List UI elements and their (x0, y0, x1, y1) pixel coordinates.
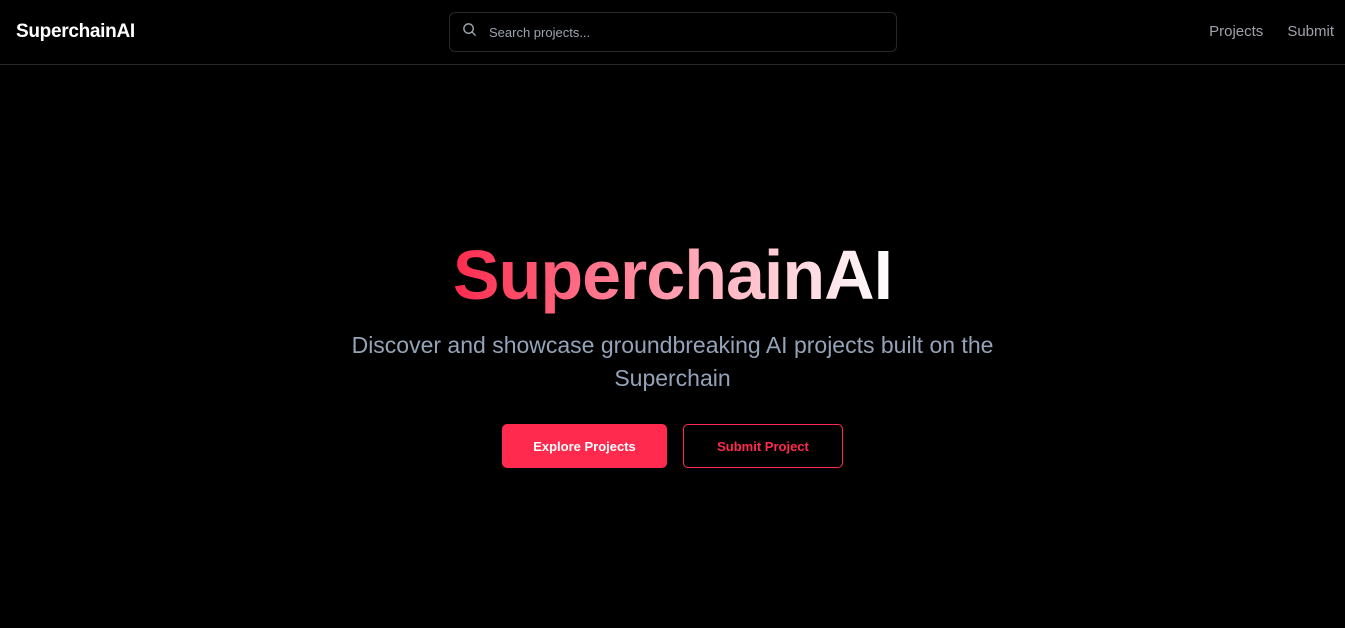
hero-subtitle: Discover and showcase groundbreaking AI … (351, 332, 994, 391)
hero-title: SuperchainAI (452, 236, 893, 314)
search-icon (462, 22, 477, 42)
submit-project-button[interactable]: Submit Project (683, 424, 843, 468)
logo[interactable]: SuperchainAI (16, 21, 135, 43)
hero: SuperchainAI Discover and showcase groun… (0, 65, 1345, 468)
nav-projects[interactable]: Projects (1209, 23, 1263, 40)
search-input[interactable] (489, 24, 869, 40)
search-box[interactable] (449, 12, 897, 52)
explore-projects-button[interactable]: Explore Projects (502, 424, 667, 468)
nav-submit[interactable]: Submit (1287, 23, 1334, 40)
top-nav: SuperchainAI Projects Submit (0, 0, 1345, 65)
